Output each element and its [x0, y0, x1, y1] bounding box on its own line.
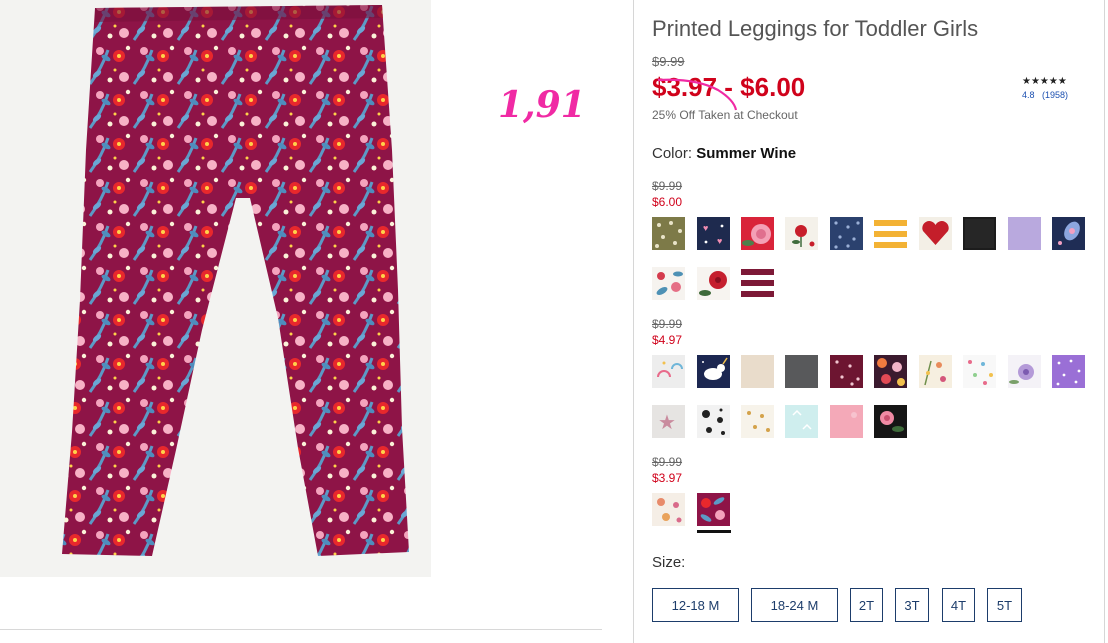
svg-text:★: ★: [658, 412, 676, 434]
group-sale-price: $4.97: [652, 333, 683, 347]
group-original-price: $9.99: [652, 317, 683, 331]
size-button-18-24m[interactable]: 18-24 M: [751, 588, 838, 622]
swatch-navy-unicorn[interactable]: [697, 355, 730, 388]
svg-text:♥: ♥: [717, 236, 722, 246]
swatch-red-rose[interactable]: [741, 217, 774, 250]
swatch-mint-pattern[interactable]: [785, 405, 818, 438]
color-label: Color:: [652, 145, 693, 162]
swatch-oatmeal[interactable]: [741, 355, 774, 388]
swatch-white-red-flower[interactable]: [785, 217, 818, 250]
swatch-navy-dots[interactable]: [830, 217, 863, 250]
swatch-black-white-splatter[interactable]: [697, 405, 730, 438]
swatch-lavender[interactable]: [1008, 217, 1041, 250]
review-count: (1958): [1042, 90, 1069, 100]
swatch-olive-dots[interactable]: [652, 217, 685, 250]
product-rating[interactable]: ★★★★★ 4.8 (1958): [1022, 76, 1068, 100]
swatch-navy-hearts[interactable]: ♥ ♥: [697, 217, 730, 250]
swatch-black[interactable]: [963, 217, 996, 250]
swatch-orange-floral[interactable]: [874, 355, 907, 388]
leggings-photo: [62, 5, 409, 556]
price-group-2: $9.99 $4.97: [652, 317, 682, 347]
divider: [0, 629, 602, 630]
color-selection: Color: Summer Wine: [652, 145, 796, 162]
group-original-price: $9.99: [652, 455, 683, 469]
swatch-cream-gold-dots[interactable]: [741, 405, 774, 438]
svg-text:♥: ♥: [703, 223, 708, 233]
size-button-5t[interactable]: 5T: [987, 588, 1022, 622]
group-original-price: $9.99: [652, 179, 683, 193]
group-sale-price: $6.00: [652, 195, 683, 209]
size-button-4t[interactable]: 4T: [942, 588, 975, 622]
product-title: Printed Leggings for Toddler Girls: [652, 16, 979, 41]
swatch-white-multidot[interactable]: [963, 355, 996, 388]
size-button-3t[interactable]: 3T: [895, 588, 929, 622]
handwritten-price-annotation: 1,91: [498, 84, 586, 126]
group-sale-price: $3.97: [652, 471, 683, 485]
swatch-cream-pattern[interactable]: [652, 493, 685, 526]
swatch-maroon-dots[interactable]: [830, 355, 863, 388]
swatch-yellow-stripes[interactable]: [874, 217, 907, 250]
size-label: Size:: [652, 554, 686, 571]
promo-text: 25% Off Taken at Checkout: [652, 108, 798, 122]
swatch-grey-star[interactable]: ★: [652, 405, 685, 438]
rating-summary[interactable]: 4.8 (1958): [1022, 90, 1068, 100]
original-price: $9.99: [652, 54, 685, 69]
swatch-cream-floral[interactable]: [919, 355, 952, 388]
product-details-panel: Printed Leggings for Toddler Girls $9.99…: [633, 0, 1105, 643]
swatch-navy-paisley[interactable]: [1052, 217, 1085, 250]
rating-score: 4.8: [1022, 90, 1035, 100]
price-group-3: $9.99 $3.97: [652, 455, 682, 485]
swatch-red-heart[interactable]: [919, 217, 952, 250]
product-image: [0, 0, 431, 577]
star-rating-icon: ★★★★★: [1022, 76, 1067, 87]
swatch-summer-wine-selected[interactable]: [697, 493, 730, 526]
swatch-maroon-stripes[interactable]: [741, 267, 774, 300]
price-group-1: $9.99 $6.00: [652, 179, 682, 209]
size-button-12-18m[interactable]: 12-18 M: [652, 588, 739, 622]
swatch-white-lilac-floral[interactable]: [1008, 355, 1041, 388]
swatch-purple-dots[interactable]: [1052, 355, 1085, 388]
swatch-charcoal[interactable]: [785, 355, 818, 388]
swatch-white-rainbow[interactable]: [652, 355, 685, 388]
strikethrough-annotation: [657, 78, 738, 111]
size-button-2t[interactable]: 2T: [850, 588, 883, 622]
swatch-black-pink-rose[interactable]: [874, 405, 907, 438]
selected-swatch-indicator: [697, 530, 731, 533]
swatch-pink[interactable]: [830, 405, 863, 438]
color-value: Summer Wine: [696, 145, 797, 162]
swatch-white-red-floral[interactable]: [697, 267, 730, 300]
swatch-white-floral[interactable]: [652, 267, 685, 300]
